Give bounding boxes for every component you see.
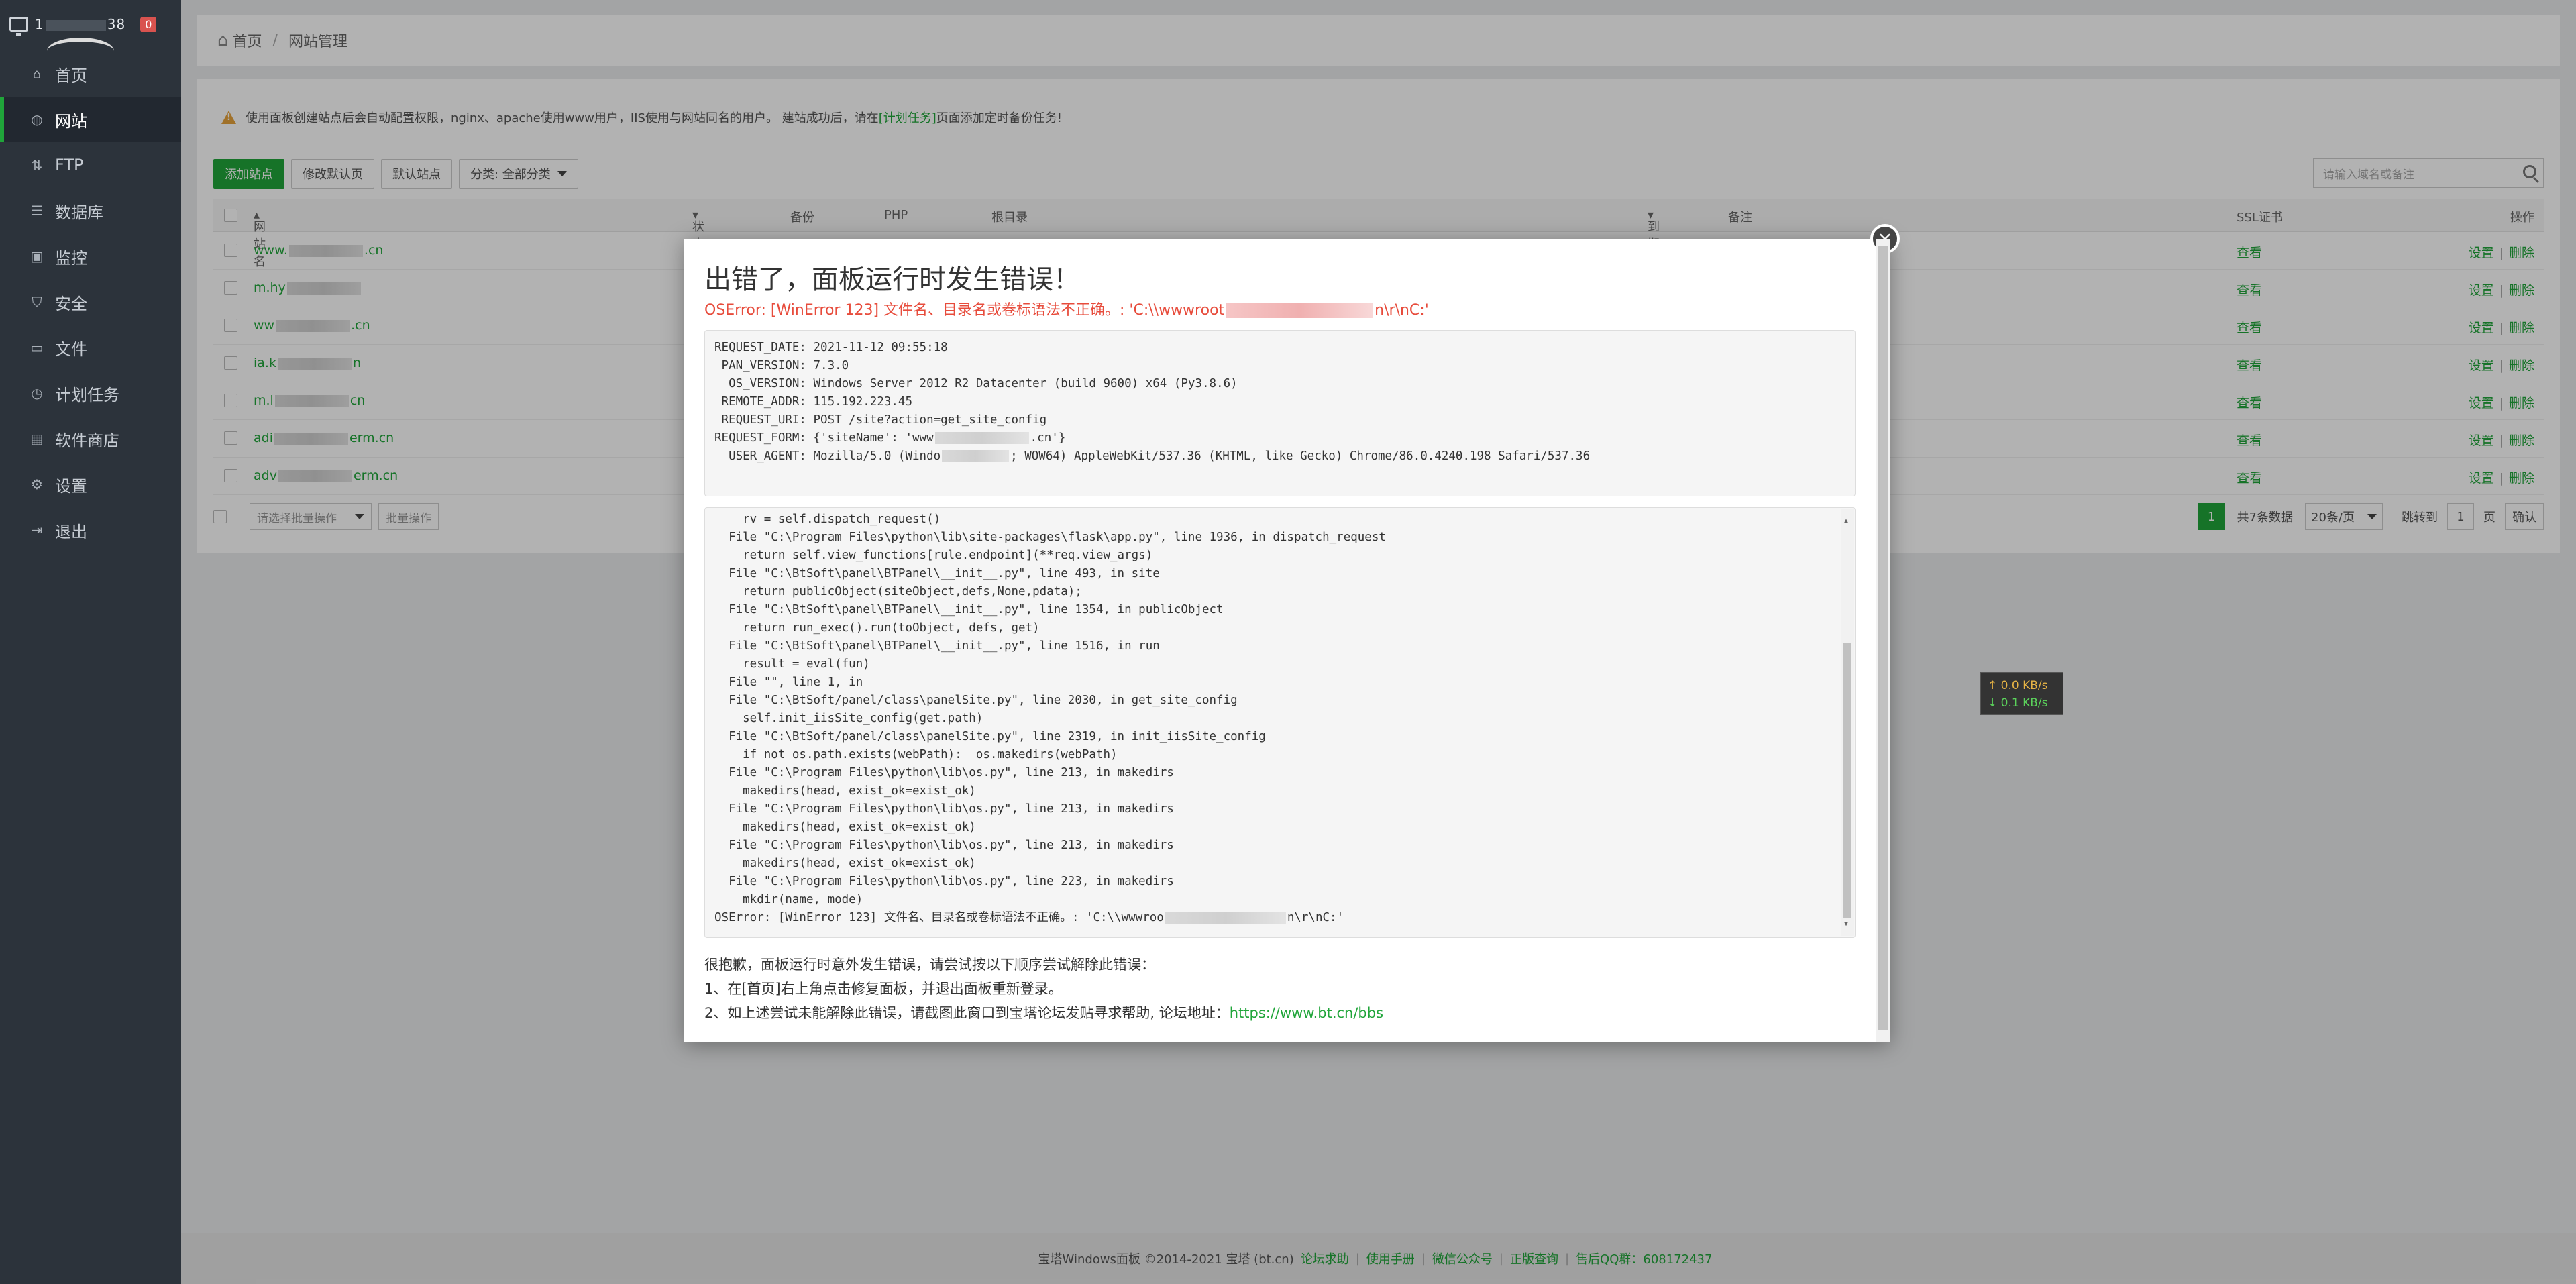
sidebar-item-label: 数据库 [55, 203, 103, 222]
traceback-line: return run_exec().run(toObject, defs, ge… [714, 621, 1040, 635]
traceback-line: mkdir(name, mode) [714, 893, 863, 906]
request-info-box: REQUEST_DATE: 2021-11-12 09:55:18 PAN_VE… [704, 330, 1856, 496]
traceback-line: File "C:\Program Files\python\lib\os.py"… [714, 875, 1174, 888]
forum-link[interactable]: https://www.bt.cn/bbs [1230, 1005, 1383, 1021]
sidebar-item-6[interactable]: ▭ 文件 [0, 325, 181, 370]
sidebar-item-10[interactable]: ⇥ 退出 [0, 507, 181, 553]
grid-icon: ▦ [30, 431, 44, 447]
traceback-line: File "C:\BtSoft\panel\BTPanel\__init__.p… [714, 567, 1160, 580]
dialog-title: 出错了，面板运行时发生错误！ [704, 264, 1080, 295]
download-speed: ↓ 0.1 KB/s [1988, 696, 2048, 710]
home-icon: ⌂ [32, 66, 42, 82]
request-info-line: REMOTE_ADDR: 115.192.223.45 [714, 395, 913, 409]
sidebar-item-2[interactable]: ⇅ FTP [0, 142, 181, 188]
traceback-line: return publicObject(siteObject,defs,None… [714, 585, 1082, 598]
dialog-scrollbar[interactable] [1876, 239, 1890, 1042]
sidebar-item-0[interactable]: ⌂ 首页 [0, 51, 181, 97]
traceback-line: File "C:\BtSoft/panel/class\panelSite.py… [714, 694, 1238, 707]
sidebar-item-9[interactable]: ⚙ 设置 [0, 462, 181, 507]
sidebar-item-7[interactable]: ◷ 计划任务 [0, 370, 181, 416]
error-dialog: × 出错了，面板运行时发生错误！ OSError: [WinError 123]… [684, 224, 1900, 1042]
globe-icon: ◍ [31, 111, 43, 127]
traceback-line: rv = self.dispatch_request() [714, 513, 941, 526]
sidebar: 1 38 0 ⌂ 首页 ◍ 网站 ⇅ FTP ☰ 数据库 ▣ 监控 ⛉ 安全 ▭ 文件 ◷ 计划任务 ▦ 软件商店 ⚙… [0, 0, 181, 1284]
traceback-scrollbar[interactable]: ▲ ▼ [1841, 509, 1854, 936]
traceback-box[interactable]: rv = self.dispatch_request() File "C:\Pr… [704, 507, 1856, 938]
request-form-line: REQUEST_FORM: {'siteName': 'www .cn'} [714, 431, 1066, 445]
sidebar-item-5[interactable]: ⛉ 安全 [0, 279, 181, 325]
sidebar-item-label: 设置 [55, 476, 87, 496]
traceback-line: if not os.path.exists(webPath): os.maked… [714, 748, 1118, 761]
network-speed-widget: ↑ 0.0 KB/s ↓ 0.1 KB/s [1980, 672, 2063, 715]
traceback-line: File "C:\Program Files\python\lib\site-p… [714, 531, 1386, 544]
user-agent-line: USER_AGENT: Mozilla/5.0 (Windo; WOW64) A… [714, 449, 1591, 463]
help-text: 很抱歉，面板运行时意外发生错误，请尝试按以下顺序尝试解除此错误： 1、在[首页]… [704, 957, 1384, 1021]
request-info-line: REQUEST_DATE: 2021-11-12 09:55:18 [714, 341, 948, 354]
shield-icon: ⛉ [32, 294, 42, 310]
sidebar-item-8[interactable]: ▦ 软件商店 [0, 416, 181, 462]
monitor-icon [9, 17, 28, 36]
database-icon: ☰ [31, 203, 43, 219]
request-info-line: REQUEST_URI: POST /site?action=get_site_… [714, 413, 1047, 427]
clock-icon: ◷ [31, 385, 43, 401]
sidebar-item-4[interactable]: ▣ 监控 [0, 233, 181, 279]
sidebar-item-label: 首页 [55, 66, 87, 85]
sidebar-item-label: 计划任务 [55, 385, 119, 405]
monitor-icon: ▣ [30, 248, 44, 264]
traceback-line: File "C:\Program Files\python\lib\os.py"… [714, 802, 1174, 816]
sidebar-item-label: 退出 [55, 522, 87, 541]
upload-speed: ↑ 0.0 KB/s [1988, 679, 2048, 692]
sidebar-item-label: 网站 [55, 111, 87, 131]
folder-icon: ▭ [30, 339, 44, 356]
traceback-line: makedirs(head, exist_ok=exist_ok) [714, 857, 976, 870]
traceback-line: File "", line 1, in [714, 676, 863, 689]
request-info-line: OS_VERSION: Windows Server 2012 R2 Datac… [714, 377, 1238, 390]
traceback-line: makedirs(head, exist_ok=exist_ok) [714, 820, 976, 834]
sidebar-item-label: 文件 [55, 339, 87, 359]
traceback-line: File "C:\BtSoft\panel\BTPanel\__init__.p… [714, 603, 1224, 617]
sidebar-item-label: 软件商店 [55, 431, 119, 450]
traceback-line: self.init_iisSite_config(get.path) [714, 712, 983, 725]
server-host: 1 38 [35, 16, 126, 32]
message-badge[interactable]: 0 [140, 16, 157, 32]
sidebar-item-label: 监控 [55, 248, 87, 268]
sidebar-menu: ⌂ 首页 ◍ 网站 ⇅ FTP ☰ 数据库 ▣ 监控 ⛉ 安全 ▭ 文件 ◷ 计划任务 ▦ 软件商店 ⚙ 设置 ⇥ 退出 [0, 51, 181, 553]
sidebar-item-1[interactable]: ◍ 网站 [0, 97, 181, 142]
traceback-line: File "C:\Program Files\python\lib\os.py"… [714, 839, 1174, 852]
traceback-line: return self.view_functions[rule.endpoint… [714, 549, 1153, 562]
traceback-line: File "C:\BtSoft\panel\BTPanel\__init__.p… [714, 639, 1160, 653]
sidebar-item-label: 安全 [55, 294, 87, 313]
traceback-line: result = eval(fun) [714, 657, 870, 671]
traceback-last-line: OSError: [WinError 123] 文件名、目录名或卷标语法不正确。… [714, 911, 1344, 924]
traceback-line: makedirs(head, exist_ok=exist_ok) [714, 784, 976, 798]
ftp-icon: ⇅ [31, 157, 43, 173]
sidebar-item-3[interactable]: ☰ 数据库 [0, 188, 181, 233]
gear-icon: ⚙ [31, 476, 43, 492]
sidebar-item-label: FTP [55, 156, 84, 174]
request-info-line: PAN_VERSION: 7.3.0 [714, 359, 849, 372]
traceback-line: File "C:\Program Files\python\lib\os.py"… [714, 766, 1174, 780]
traceback-line: File "C:\BtSoft/panel/class\panelSite.py… [714, 730, 1266, 743]
error-message: OSError: [WinError 123] 文件名、目录名或卷标语法不正确。… [704, 302, 1429, 319]
logout-icon: ⇥ [31, 522, 43, 538]
